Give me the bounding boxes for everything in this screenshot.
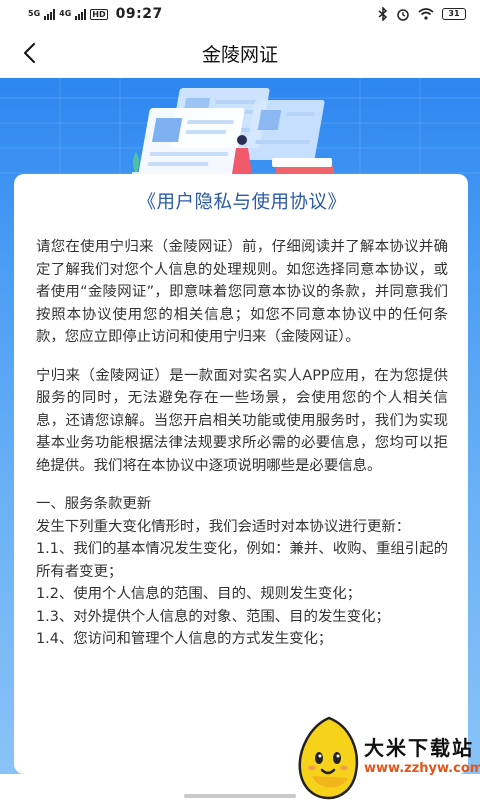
page-title: 金陵网证	[201, 43, 278, 66]
documents-illustration	[0, 78, 480, 188]
status-left: 5G 4G HD 09:27	[28, 6, 163, 22]
network-5g-label: 5G	[28, 9, 41, 18]
site-watermark: 大米下载站 www.zzhyw.com	[296, 712, 480, 800]
clause-item: 1.3、对外提供个人信息的对象、范围、目的发生变化；	[36, 608, 390, 625]
status-right: 31	[378, 7, 466, 21]
alarm-icon	[397, 9, 409, 21]
hd-badge: HD	[90, 8, 108, 20]
agreement-card[interactable]: 《用户隐私与使用协议》 请您在使用宁归来（金陵网证）前，仔细阅读并了解本协议并确…	[14, 174, 468, 774]
status-time: 09:27	[115, 6, 163, 22]
agreement-paragraph: 发生下列重大变化情形时，我们会适时对本协议进行更新：	[36, 518, 411, 535]
clause-item: 1.1、我们的基本情况发生变化，例如：兼并、收购、重组引起的所有者变更；	[36, 541, 448, 580]
agreement-paragraph: 请您在使用宁归来（金陵网证）前，仔细阅读并了解本协议并确定了解我们对您个人信息的…	[36, 239, 448, 345]
bluetooth-icon	[378, 7, 388, 21]
home-indicator[interactable]	[184, 794, 296, 798]
agreement-title: 《用户隐私与使用协议》	[137, 192, 347, 213]
agreement-paragraph: 宁归来（金陵网证）是一款面对实名实人APP应用，在为您提供服务的同时，无法避免存…	[36, 367, 448, 474]
watermark-name: 大米下载站	[364, 736, 474, 760]
status-bar: 5G 4G HD 09:27 31	[0, 0, 480, 28]
watermark-url: www.zzhyw.com	[364, 761, 480, 776]
signal-icon	[44, 8, 56, 20]
rice-mascot-logo	[298, 716, 359, 800]
battery-icon: 31	[442, 8, 466, 20]
section-heading: 一、服务条款更新	[36, 496, 152, 512]
back-button[interactable]	[14, 36, 44, 70]
nav-bar: 金陵网证	[0, 28, 480, 78]
watermark-text: 大米下载站 www.zzhyw.com	[364, 735, 480, 777]
wifi-icon	[418, 8, 434, 20]
signal-icon	[75, 8, 87, 20]
network-4g-label: 4G	[59, 9, 72, 18]
clause-item: 1.4、您访问和管理个人信息的方式发生变化；	[36, 631, 333, 647]
clause-item: 1.2、使用个人信息的范围、目的、规则发生变化；	[36, 586, 362, 602]
chevron-left-icon	[24, 43, 35, 63]
